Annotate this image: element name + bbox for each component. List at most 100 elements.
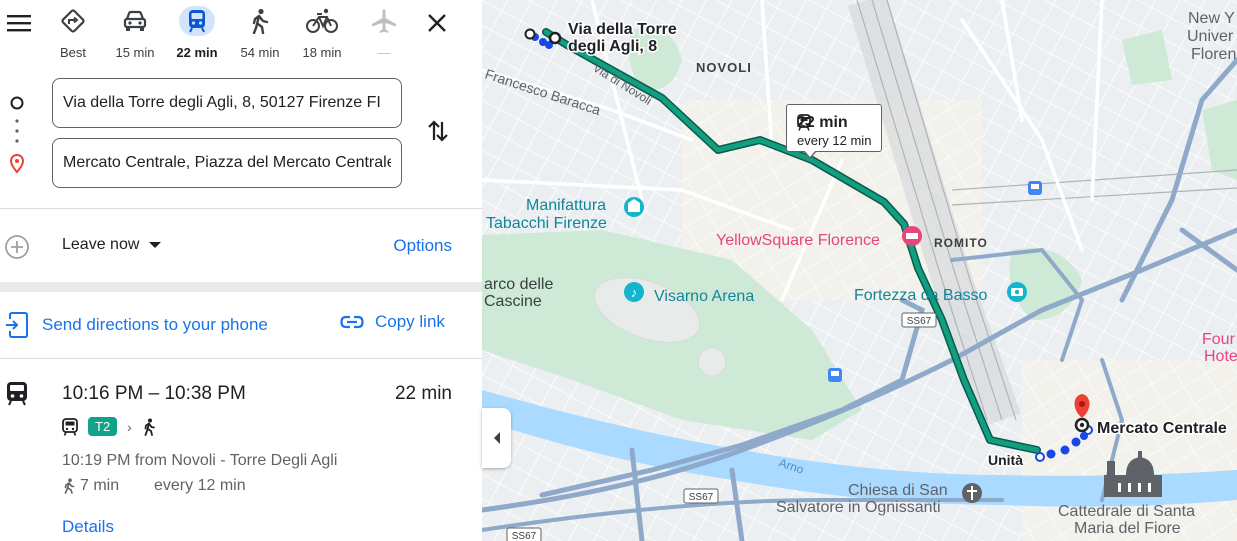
car-icon <box>117 6 153 36</box>
copy-link-label: Copy link <box>375 312 445 331</box>
ss67-road-shield: SS67 <box>506 527 542 541</box>
directions-panel: Best 15 min 22 min 54 min 18 min — Via d… <box>0 0 482 541</box>
mode-driving[interactable]: 15 min <box>107 6 163 62</box>
mode-walking[interactable]: 54 min <box>232 6 288 62</box>
cattedrale-label: Maria del Fiore <box>1074 520 1181 537</box>
directions-diamond-icon <box>55 6 91 36</box>
menu-button[interactable] <box>6 10 32 36</box>
route-option[interactable]: 10:16 PM – 10:38 PM 22 min T2 › 10:19 PM… <box>0 370 482 541</box>
route-duration: 22 min <box>394 383 452 404</box>
mode-transit[interactable]: 22 min <box>169 6 225 62</box>
route-departure: 10:19 PM from Novoli - Torre Degli Agli <box>62 452 338 469</box>
close-directions-button[interactable] <box>424 10 450 36</box>
route-walk-time: 7 min <box>62 477 119 495</box>
new-york-univ-label: Univer <box>1187 28 1234 45</box>
walk-duration: 7 min <box>80 477 120 494</box>
close-icon <box>428 14 446 32</box>
mode-best-label: Best <box>59 45 86 60</box>
destination-field[interactable] <box>52 138 402 188</box>
map-svg: ♪ SS67 SS67 SS67 Via della Torre degli A… <box>482 0 1237 541</box>
origin-input[interactable] <box>53 79 401 127</box>
tram-icon <box>797 114 811 131</box>
walking-icon <box>242 6 278 36</box>
four-seasons-label: Four <box>1202 331 1236 348</box>
collapse-panel-button[interactable] <box>482 408 511 468</box>
link-icon <box>340 315 364 329</box>
swap-waypoints-button[interactable] <box>424 115 452 147</box>
send-to-phone-label: Send directions to your phone <box>42 315 268 334</box>
chiesa-label: Salvatore in Ognissanti <box>776 499 941 516</box>
chevron-right-icon: › <box>127 418 132 435</box>
mode-cycling[interactable]: 18 min <box>294 6 350 62</box>
swap-arrows-icon <box>428 120 448 142</box>
send-to-phone-icon <box>6 312 28 338</box>
chiesa-label: Chiesa di San <box>848 482 948 499</box>
add-stop-icon[interactable] <box>4 234 30 260</box>
callout-pointer-fill <box>804 150 816 157</box>
tram-icon <box>179 6 215 36</box>
bicycle-icon <box>304 6 340 36</box>
mercato-map-label: Mercato Centrale <box>1097 420 1227 437</box>
destination-pin-icon <box>10 154 24 174</box>
tram-icon <box>7 382 27 406</box>
svg-text:SS67: SS67 <box>907 316 932 327</box>
send-to-phone-button[interactable]: Send directions to your phone <box>6 312 268 338</box>
svg-text:♪: ♪ <box>631 285 638 300</box>
mode-transit-label: 22 min <box>176 45 218 60</box>
route-time-range: 10:16 PM – 10:38 PM <box>62 383 246 404</box>
walking-small-icon <box>64 478 75 494</box>
section-divider <box>0 282 482 292</box>
mode-flight[interactable]: — <box>356 6 412 62</box>
hotel-poi-icon <box>902 226 922 246</box>
train-station-icon <box>828 368 842 382</box>
route-dots-icon <box>15 119 19 143</box>
music-venue-poi-icon: ♪ <box>624 282 644 302</box>
museum-poi-icon <box>624 197 644 217</box>
leave-time-row: Leave now Options <box>0 228 482 264</box>
parco-cascine-label: arco delle <box>484 276 553 293</box>
attraction-poi-icon <box>1007 282 1027 302</box>
share-actions-row: Send directions to your phone Copy link <box>0 310 482 340</box>
fortezza-label: Fortezza da Basso <box>854 287 988 304</box>
mode-driving-label: 15 min <box>115 45 155 60</box>
origin-field[interactable] <box>52 78 402 128</box>
origin-map-label: degli Agli, 8 <box>568 38 657 55</box>
ss67-road-shield: SS67 <box>683 488 719 504</box>
svg-text:SS67: SS67 <box>689 492 714 503</box>
airplane-icon <box>366 6 402 36</box>
options-button[interactable]: Options <box>393 236 452 256</box>
walking-step-icon <box>144 418 155 436</box>
leave-now-dropdown[interactable]: Leave now <box>62 236 162 254</box>
cattedrale-label: Cattedrale di Santa <box>1058 503 1195 520</box>
map-canvas[interactable]: ♪ SS67 SS67 SS67 Via della Torre degli A… <box>482 0 1237 541</box>
manifattura-label: Tabacchi Firenze <box>486 215 607 232</box>
romito-label: ROMITO <box>934 236 988 250</box>
copy-link-button[interactable]: Copy link <box>340 312 445 332</box>
ss67-road-shield: SS67 <box>901 312 937 328</box>
details-link[interactable]: Details <box>62 517 114 537</box>
mode-cycling-label: 18 min <box>302 45 342 60</box>
origin-map-label: Via della Torre <box>568 21 677 38</box>
divider <box>0 358 482 359</box>
route-steps: T2 › <box>62 417 156 436</box>
travel-mode-tabs: Best 15 min 22 min 54 min 18 min — <box>45 0 415 66</box>
destination-input[interactable] <box>53 139 401 187</box>
four-seasons-label: Hote <box>1204 348 1237 365</box>
train-station-icon <box>1028 181 1042 195</box>
callout-frequency: every 12 min <box>797 133 872 148</box>
new-york-univ-label: New Y <box>1188 10 1235 27</box>
novoli-label: NOVOLI <box>696 60 752 75</box>
manifattura-label: Manifattura <box>526 197 606 214</box>
mode-best[interactable]: Best <box>45 6 101 62</box>
unita-label: Unità <box>988 452 1023 468</box>
mode-walking-label: 54 min <box>240 45 280 60</box>
svg-text:SS67: SS67 <box>512 531 537 541</box>
tram-line-badge: T2 <box>88 417 118 436</box>
mode-flight-label: — <box>377 45 391 60</box>
leave-now-label: Leave now <box>62 236 140 253</box>
visarno-label: Visarno Arena <box>654 288 754 305</box>
caret-down-icon <box>149 242 162 248</box>
divider <box>0 208 482 209</box>
route-callout[interactable]: 22 min every 12 min <box>786 104 882 152</box>
tram-step-icon <box>62 417 78 436</box>
